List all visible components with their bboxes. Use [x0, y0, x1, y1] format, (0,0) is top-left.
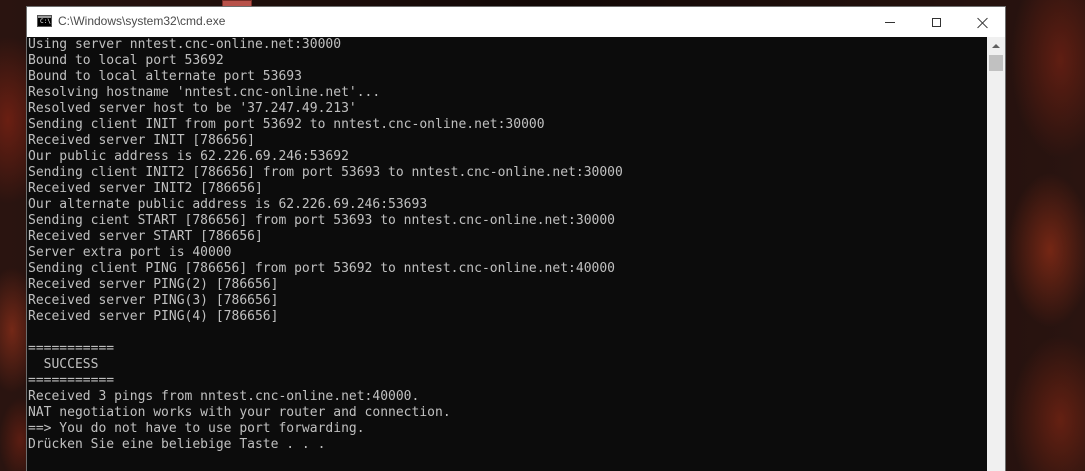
console-line: Using server nntest.cnc-online.net:30000 [28, 37, 342, 52]
vertical-scrollbar[interactable] [987, 37, 1005, 471]
console-line: Received server START [786656] [28, 229, 263, 244]
cmd-window: C:\ C:\Windows\system32\cmd.exe Using se… [27, 7, 1005, 471]
window-title: C:\Windows\system32\cmd.exe [58, 14, 226, 28]
console-line: =========== [28, 341, 115, 356]
console-line: =========== [28, 373, 115, 388]
maximize-icon [931, 17, 941, 27]
console-line: Sending cient START [786656] from port 5… [28, 213, 615, 228]
console-line: Resolving hostname 'nntest.cnc-online.ne… [28, 85, 381, 100]
console-line: Our alternate public address is 62.226.6… [28, 197, 428, 212]
console-line: Received server PING(3) [786656] [28, 293, 279, 308]
console-line: Bound to local alternate port 53693 [28, 69, 302, 84]
chevron-up-icon [992, 43, 1000, 48]
console-line: Bound to local port 53692 [28, 53, 224, 68]
console-output[interactable]: Using server nntest.cnc-online.net:30000… [28, 37, 987, 471]
minimize-icon [885, 21, 895, 23]
console-line: Server extra port is 40000 [28, 245, 232, 260]
close-button[interactable] [959, 7, 1005, 37]
scroll-thumb[interactable] [989, 55, 1003, 71]
console-line: Received 3 pings from nntest.cnc-online.… [28, 389, 420, 404]
close-icon [977, 17, 988, 28]
minimize-button[interactable] [867, 7, 913, 37]
console-line: Received server INIT2 [786656] [28, 181, 263, 196]
console-line: Our public address is 62.226.69.246:5369… [28, 149, 349, 164]
console-line: Received server PING(4) [786656] [28, 309, 279, 324]
console-line: Drücken Sie eine beliebige Taste . . . [28, 437, 326, 452]
console-line: SUCCESS [28, 357, 99, 372]
console-line: Sending client INIT from port 53692 to n… [28, 117, 545, 132]
maximize-button[interactable] [913, 7, 959, 37]
console-line: ==> You do not have to use port forwardi… [28, 421, 365, 436]
console-text: Using server nntest.cnc-online.net:30000… [28, 37, 987, 453]
console-line: Sending client INIT2 [786656] from port … [28, 165, 623, 180]
cmd-app-icon[interactable]: C:\ [37, 15, 52, 27]
console-line: Resolved server host to be '37.247.49.21… [28, 101, 357, 116]
app-icon-prompt: C:\ [40, 18, 51, 25]
scroll-up-button[interactable] [987, 37, 1005, 54]
console-line: Received server INIT [786656] [28, 133, 255, 148]
console-line: Received server PING(2) [786656] [28, 277, 279, 292]
title-bar[interactable]: C:\ C:\Windows\system32\cmd.exe [27, 7, 1005, 37]
console-line: NAT negotiation works with your router a… [28, 405, 451, 420]
console-line: Sending client PING [786656] from port 5… [28, 261, 615, 276]
